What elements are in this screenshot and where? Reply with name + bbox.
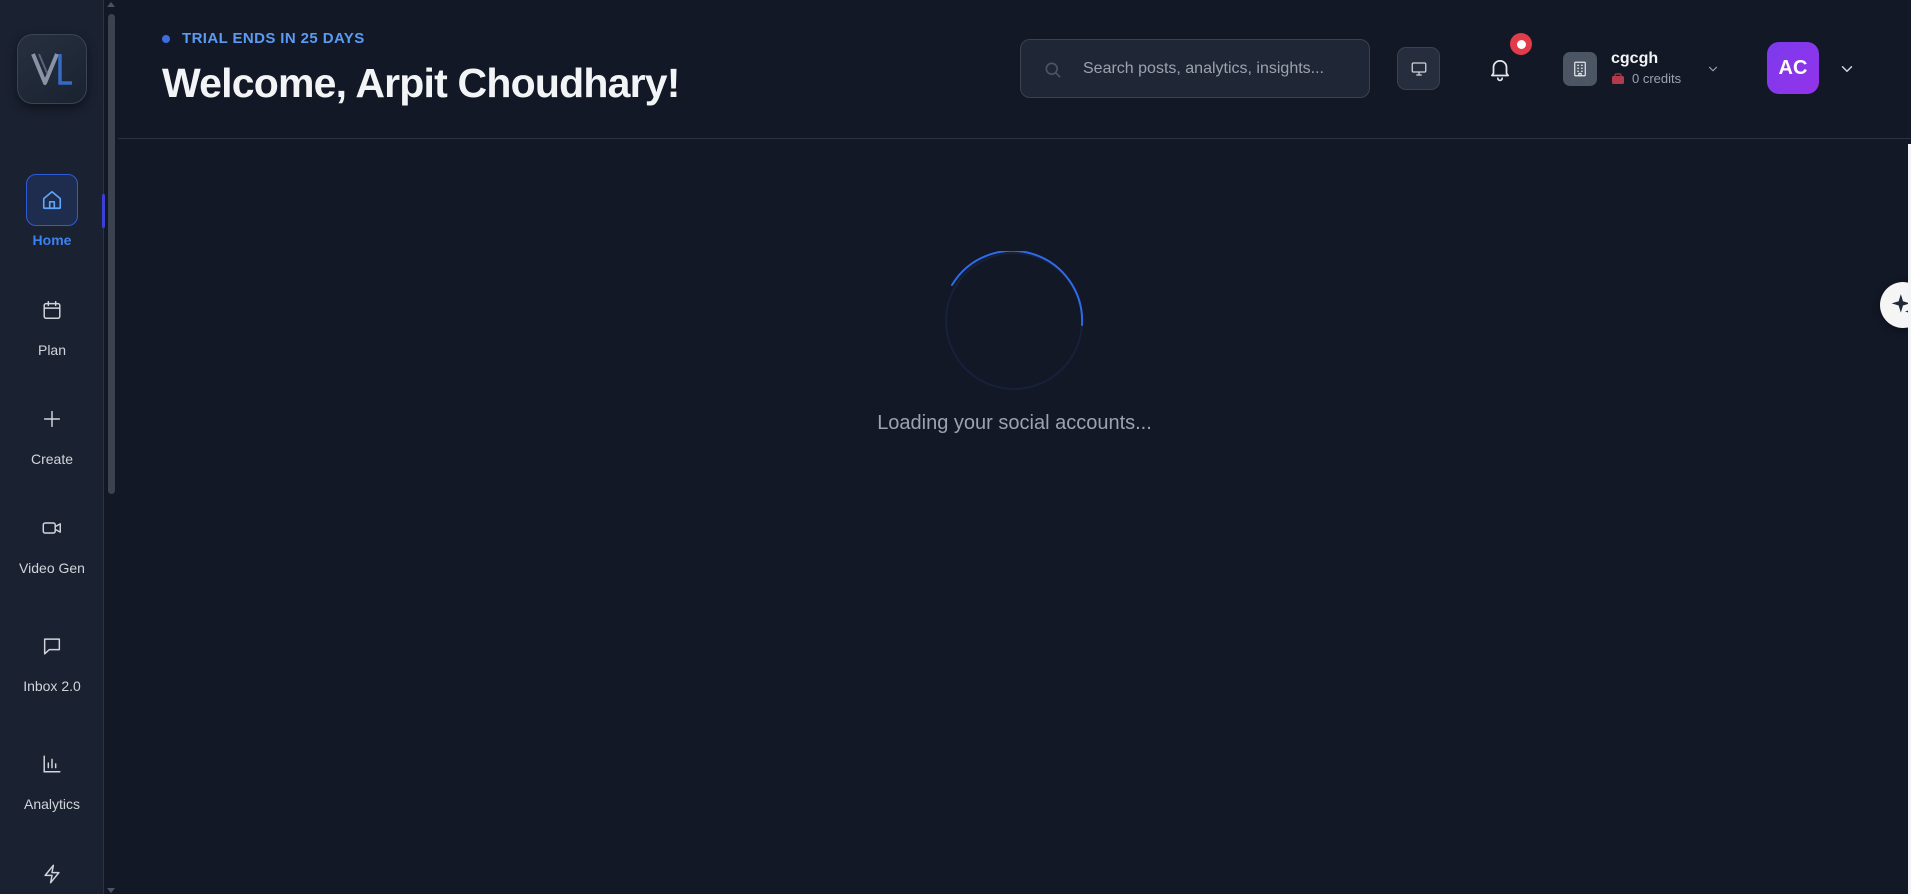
app-root: Home Plan Create Video Gen Inbox 2.0 Ana… [0, 0, 1911, 894]
bar-chart-icon [43, 755, 61, 773]
sidebar-item-create[interactable]: Create [0, 393, 104, 467]
sidebar: Home Plan Create Video Gen Inbox 2.0 Ana… [0, 0, 105, 894]
scroll-down-arrow-icon[interactable] [107, 888, 115, 893]
sidebar-item-home[interactable]: Home [0, 174, 104, 248]
search-box[interactable] [1020, 39, 1370, 98]
sidebar-item-inbox[interactable]: Inbox 2.0 [0, 620, 104, 694]
sidebar-item-label: Plan [37, 342, 67, 358]
logo-mark-icon [31, 53, 72, 85]
search-input[interactable] [1083, 40, 1353, 97]
app-logo[interactable] [17, 34, 87, 104]
credits-display: 0 credits [1611, 71, 1681, 86]
sidebar-item-plan[interactable]: Plan [0, 284, 104, 358]
trial-status-dot [162, 34, 170, 43]
sidebar-item-label: Analytics [23, 796, 81, 812]
user-menu-chevron-icon[interactable] [1838, 60, 1856, 78]
sidebar-scrollbar-thumb[interactable] [108, 14, 115, 494]
sidebar-item-label: Video Gen [19, 560, 85, 576]
notification-badge [1510, 33, 1532, 55]
wallet-icon [1612, 72, 1624, 84]
sidebar-item-label: Home [32, 232, 72, 248]
lightning-icon [44, 864, 60, 884]
bell-icon [1491, 60, 1509, 82]
sidebar-item-automation[interactable] [0, 848, 104, 894]
monitor-icon [1411, 61, 1426, 76]
chevron-down-icon [1708, 66, 1718, 72]
sidebar-item-analytics[interactable]: Analytics [0, 738, 104, 812]
workspace-name: cgcgh [1611, 50, 1659, 67]
message-icon [43, 638, 61, 655]
top-header: TRIAL ENDS IN 25 DAYS Welcome, Arpit Cho… [118, 0, 1911, 139]
page-title: Welcome, Arpit Choudhary! [162, 60, 680, 106]
scroll-up-arrow-icon[interactable] [107, 2, 115, 7]
loading-spinner [945, 251, 1084, 390]
home-icon [42, 190, 62, 210]
display-toggle-button[interactable] [1397, 47, 1440, 90]
video-icon [42, 522, 61, 534]
credits-text: 0 credits [1632, 71, 1682, 86]
trial-banner: TRIAL ENDS IN 25 DAYS [162, 30, 365, 47]
sidebar-item-label: Inbox 2.0 [23, 678, 81, 694]
plus-icon [43, 410, 61, 428]
workspace-switcher[interactable]: cgcgh 0 credits [1563, 48, 1743, 90]
building-icon [1563, 52, 1597, 86]
loading-message: Loading your social accounts... [877, 412, 1152, 434]
search-icon [1045, 62, 1061, 78]
trial-text: TRIAL ENDS IN 25 DAYS [182, 30, 365, 47]
sidebar-item-video-gen[interactable]: Video Gen [0, 502, 104, 576]
main-content: Loading your social accounts... [118, 140, 1911, 894]
sidebar-item-label: Create [30, 451, 74, 467]
user-avatar[interactable]: AC [1767, 42, 1819, 94]
calendar-icon [43, 301, 61, 319]
